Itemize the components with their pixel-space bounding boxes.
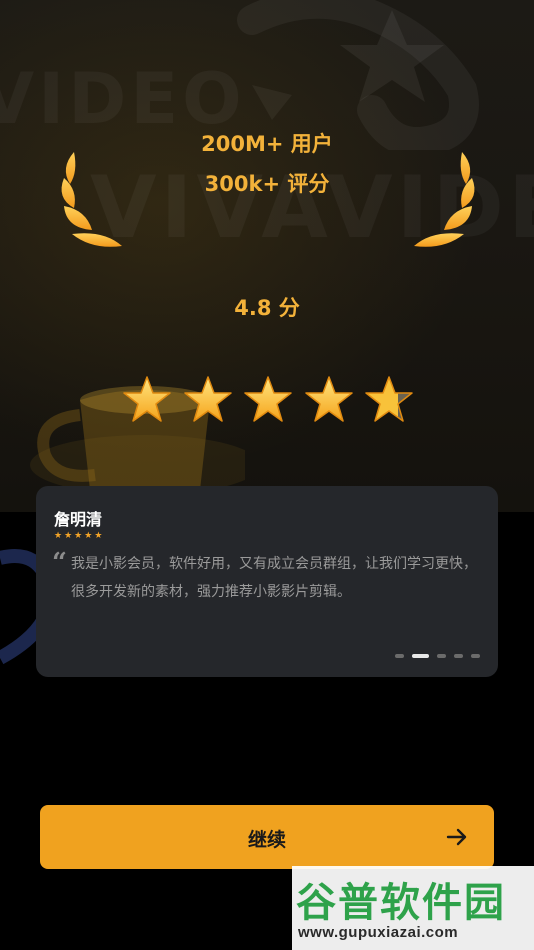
pagination-dot[interactable] bbox=[454, 654, 463, 658]
mini-star-icon: ★ bbox=[54, 531, 63, 541]
star-icon bbox=[183, 376, 232, 422]
pagination-dot[interactable] bbox=[471, 654, 480, 658]
mini-star-icon: ★ bbox=[74, 531, 83, 541]
mini-star-icon: ★ bbox=[94, 531, 103, 541]
watermark-url: www.gupuxiazai.com bbox=[298, 924, 459, 941]
mini-star-icon: ★ bbox=[64, 531, 73, 541]
continue-button[interactable]: 继续 bbox=[40, 805, 494, 869]
star-icon bbox=[244, 376, 292, 422]
pagination-dot[interactable] bbox=[437, 654, 446, 658]
review-card: 詹明清 ★ ★ ★ ★ ★ “ 我是小影会员，软件好用，又有成立会员群组，让我们… bbox=[36, 486, 498, 677]
mini-star-icon: ★ bbox=[84, 531, 93, 541]
arrow-right-icon bbox=[446, 828, 467, 846]
reviewer-name: 詹明清 bbox=[54, 510, 103, 529]
continue-button-label: 继续 bbox=[247, 830, 286, 851]
review-pagination[interactable] bbox=[395, 654, 480, 658]
quote-icon: “ bbox=[52, 548, 67, 578]
watermark-logo-text: 谷普软件园 bbox=[296, 880, 506, 926]
site-watermark: 谷普软件园 www.gupuxiazai.com bbox=[292, 866, 534, 950]
pagination-dot-active[interactable] bbox=[412, 654, 429, 658]
rating-stars bbox=[122, 375, 414, 425]
reviewer-rating-stars: ★ ★ ★ ★ ★ bbox=[54, 531, 102, 541]
star-icon bbox=[304, 376, 353, 422]
laurel-right-icon bbox=[414, 152, 475, 247]
star-icon bbox=[123, 376, 171, 422]
laurel-left-icon bbox=[61, 152, 122, 247]
rating-score: 4.8 分 bbox=[234, 296, 300, 320]
pagination-dot[interactable] bbox=[395, 654, 404, 658]
partial-star-icon bbox=[365, 376, 413, 422]
review-text: 我是小影会员，软件好用，又有成立会员群组，让我们学习更快，很多开发新的素材，强力… bbox=[71, 556, 477, 600]
hero-section: VIDEO VIVAVIDEO 200M+ 用户 300k+ 评分 4.8 分 bbox=[0, 0, 534, 512]
